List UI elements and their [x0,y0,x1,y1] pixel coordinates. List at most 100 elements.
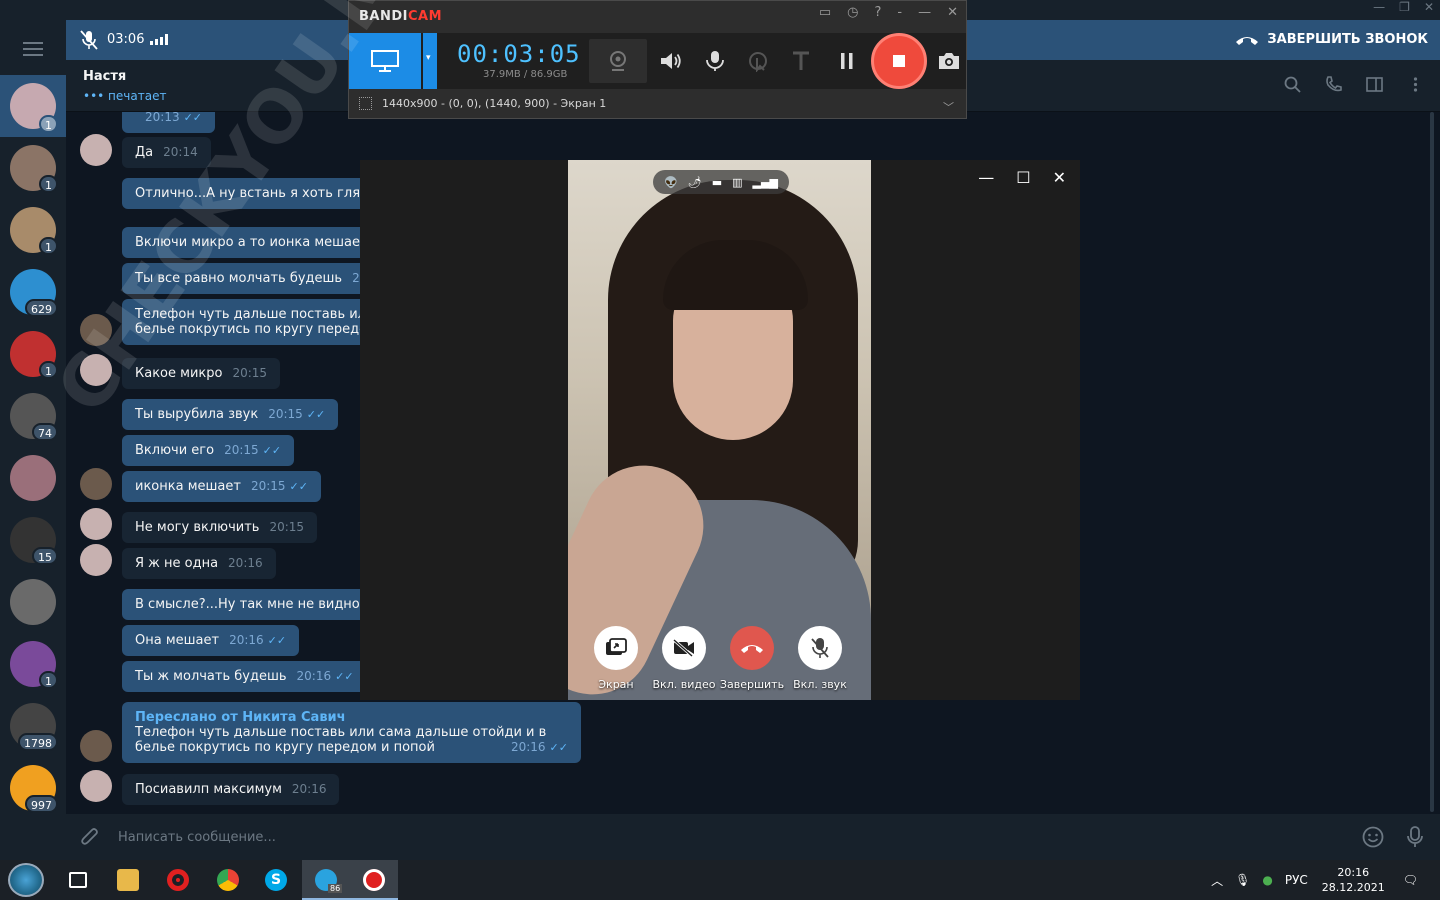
outgoing-message[interactable]: Она мешает 20:16 ✓✓ [122,625,300,656]
outgoing-message[interactable]: Ты вырубила звук 20:15 ✓✓ [122,399,339,430]
help-icon[interactable]: ? [874,5,881,20]
incoming-message[interactable]: Да 20:14 [122,137,211,168]
sidebar-chat-item[interactable]: 1 [8,205,58,255]
speaker-icon[interactable] [659,50,683,72]
incoming-message[interactable]: Посиавилп максимум 20:16 [122,774,340,805]
mic-off-icon[interactable] [80,30,98,50]
notifications-icon[interactable]: 🗨 [1403,873,1418,887]
sidebar-chat-item[interactable]: 1 [8,143,58,193]
incoming-message[interactable]: Я ж не одна 20:16 [122,548,276,579]
maximize-icon[interactable]: ☐ [1016,168,1030,187]
outgoing-message[interactable]: иконка мешает 20:15 ✓✓ [122,471,321,502]
incoming-message[interactable]: Не могу включить 20:15 [122,512,318,543]
message-text: иконка мешает 20:15 ✓✓ [135,479,308,494]
end-call-button[interactable]: ЗАВЕРШИТЬ ЗВОНОК [1235,32,1428,47]
message-bubble-partial[interactable]: 20:13 ✓✓ [122,112,216,133]
unread-badge: 1 [39,115,58,133]
sender-avatar[interactable] [80,730,112,762]
mode-dropdown[interactable]: ▾ [423,33,437,89]
screen-record-mode-button[interactable] [349,33,421,89]
taskbar-telegram[interactable]: 86 [302,860,350,900]
sender-avatar[interactable] [80,468,112,500]
start-button[interactable] [8,863,44,897]
call-duration: 03:06 [107,32,145,47]
taskbar-explorer[interactable] [104,860,152,900]
close-icon[interactable]: ✕ [1053,168,1066,187]
sidebar-chat-item[interactable]: 1 [8,639,58,689]
forwarded-from[interactable]: Переслано от Никита Савич [135,710,568,725]
text-overlay-icon[interactable] [789,50,813,72]
outgoing-message[interactable]: Переслано от Никита Савич Телефон чуть да… [122,702,581,763]
cursor-effect-icon[interactable] [747,50,771,72]
taskbar-bandicam[interactable] [350,860,398,900]
outgoing-message[interactable]: Включи его 20:15 ✓✓ [122,435,295,466]
sidebar-chat-item[interactable] [8,577,58,627]
language-indicator[interactable]: РУС [1285,873,1308,887]
maximize-icon[interactable]: ❐ [1399,0,1410,14]
outgoing-message[interactable]: Телефон чуть дальше поставь или с белье п… [122,299,399,345]
voice-message-icon[interactable] [1406,826,1424,848]
sidebar-chat-item[interactable]: 1798 [8,701,58,751]
sender-avatar[interactable] [80,508,112,540]
message-text: Включи микро а то ионка мешает(( [135,235,378,250]
close-icon[interactable]: ✕ [1424,0,1434,14]
phone-icon[interactable] [1325,76,1342,93]
minimize-icon[interactable]: — [1373,0,1385,14]
more-options-icon[interactable] [1407,76,1424,93]
emoji-icon[interactable] [1362,826,1384,848]
stop-record-button[interactable] [871,33,927,89]
incoming-message[interactable]: Какое микро 20:15 [122,358,281,389]
call-screen-share-button[interactable]: Экран [580,626,652,691]
sender-avatar[interactable] [80,314,112,346]
minimize-icon[interactable]: — [978,168,994,187]
minimize-icon[interactable]: — [918,5,931,20]
sidebar-chat-item[interactable]: 1 [0,75,66,137]
message-time: 20:16 [229,633,264,647]
camera-snapshot-icon[interactable] [937,50,961,72]
attach-icon[interactable] [80,826,100,848]
capture-region[interactable]: 1440x900 - (0, 0), (1440, 900) - Экран 1 [359,97,606,110]
pause-icon[interactable] [835,50,859,72]
close-icon[interactable]: ✕ [947,5,958,20]
taskbar-chrome[interactable] [204,860,252,900]
call-video-off-button[interactable]: Вкл. видео [648,626,720,691]
sender-avatar[interactable] [80,770,112,802]
folder-icon[interactable]: ▭ [819,5,831,20]
scrollbar[interactable] [1430,112,1434,812]
clock[interactable]: 20:16 28.12.2021 [1322,865,1385,895]
call-mic-off-button[interactable]: Вкл. звук [784,626,856,691]
search-icon[interactable] [1284,76,1301,93]
encryption-emoji-pill[interactable]: 👽 🌶 ▬ ▥ ▂▄▆ [653,170,789,194]
sidebar-chat-item[interactable]: 629 [8,267,58,317]
microphone-icon[interactable] [703,50,727,72]
webcam-toggle[interactable] [589,39,647,83]
taskbar-skype[interactable]: S [252,860,300,900]
security-icon[interactable]: ● [1262,873,1272,887]
sender-avatar[interactable] [80,134,112,166]
sender-avatar[interactable] [80,544,112,576]
collapse-icon[interactable]: - [897,5,902,20]
sidebar-chat-item[interactable]: 997 [8,763,58,813]
read-checkmarks-icon: ✓✓ [262,444,282,457]
sender-avatar[interactable] [80,354,112,386]
outgoing-message[interactable]: Включи микро а то ионка мешает(( [122,227,391,258]
hamburger-menu-icon[interactable] [23,42,43,56]
folder-icon [117,869,139,891]
call-hang-up-button[interactable]: Завершить [716,626,788,691]
sidebar-chat-item[interactable]: 15 [8,515,58,565]
chevron-down-icon[interactable]: ﹀ [943,99,954,115]
microphone-icon[interactable]: 🎙 [1235,873,1250,887]
sidebar-toggle-icon[interactable] [1366,76,1383,93]
sidebar-chat-item[interactable]: 74 [8,391,58,441]
clock-icon[interactable]: ◷ [847,5,858,20]
sidebar-chat-item[interactable]: 1 [8,329,58,379]
sidebar-chat-item[interactable] [8,453,58,503]
chevron-up-icon[interactable]: ︿ [1211,872,1223,889]
region-checkbox[interactable] [359,97,372,110]
unread-badge: 629 [25,299,58,317]
taskbar-opera[interactable] [154,860,202,900]
task-view-button[interactable] [54,860,102,900]
outgoing-message[interactable]: Ты ж молчать будешь 20:16 ✓✓ [122,661,367,692]
chat-title[interactable]: Настя [83,69,126,84]
message-input[interactable] [118,822,1318,852]
